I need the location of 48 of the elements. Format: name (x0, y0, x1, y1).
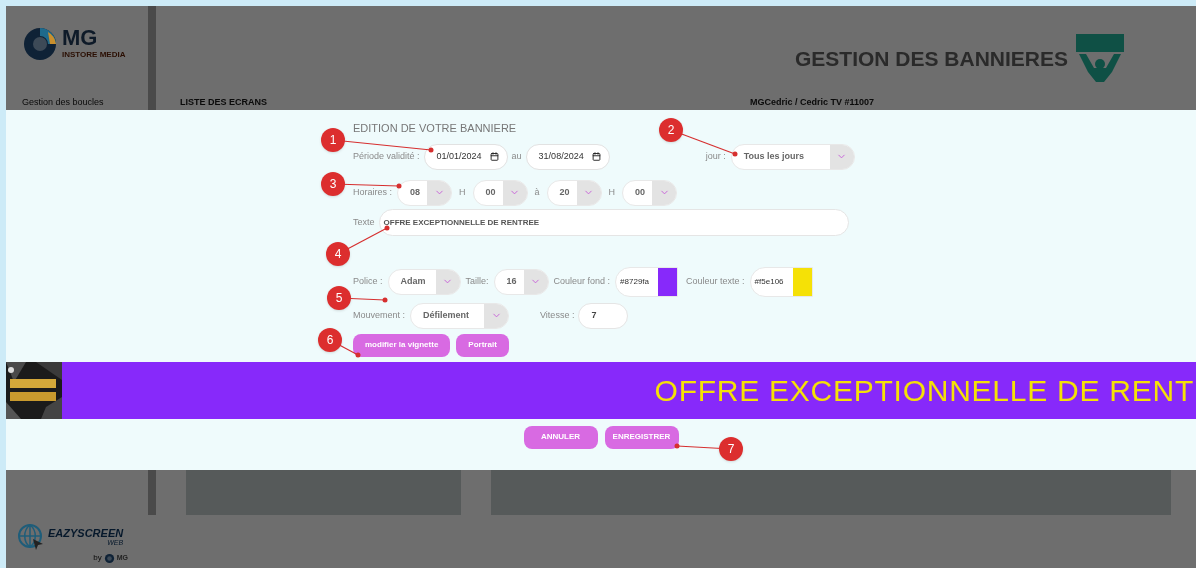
sidebar-item[interactable]: Gestion des boucles (22, 95, 132, 109)
dropdown[interactable]: 16 (493, 268, 549, 295)
globe-icon (18, 524, 44, 550)
section-label: LISTE DES ECRANS (180, 95, 268, 109)
sidebar-scrollbar[interactable] (148, 470, 156, 515)
dropdown[interactable]: Tous les jours (730, 143, 855, 170)
logo-text: MG (62, 27, 99, 49)
field-label: jour : (705, 149, 726, 163)
color-swatch (658, 267, 678, 296)
dropdown[interactable]: 00 (472, 179, 528, 206)
field-label: Vitesse : (540, 308, 575, 322)
color-field[interactable]: #f5e106 (749, 266, 813, 297)
field-label: H (607, 185, 617, 199)
logo-subtitle: INSTORE MEDIA (62, 49, 126, 61)
field-label: H (458, 185, 467, 199)
dialog-title: EDITION DE VOTRE BANNIERE (353, 121, 517, 136)
field-label: Taille: (465, 274, 489, 288)
logo-icon (22, 26, 58, 62)
page-title: GESTION DES BANNIERES (794, 46, 1068, 73)
logo-icon (103, 552, 115, 564)
dropdown[interactable]: 00 (622, 179, 678, 206)
calendar-icon (591, 152, 601, 161)
dropdown[interactable]: 08 (397, 179, 452, 206)
sidebar-scrollbar[interactable] (148, 6, 156, 110)
field-label: à (533, 185, 541, 199)
user-label: MGCedric / Cedric TV #11007 (750, 95, 875, 109)
calendar-icon (489, 152, 499, 161)
text-input[interactable]: OFFRE EXCEPTIONNELLE DE RENTREE (378, 209, 849, 236)
banner-text: OFFRE EXCEPTIONNELLE DE RENT (654, 372, 1195, 409)
dropdown[interactable]: Adam (387, 268, 461, 295)
field-label: Période validité : (353, 149, 420, 163)
field-label: Police : (353, 274, 383, 288)
dropdown[interactable]: Défilement (410, 302, 510, 329)
date-field[interactable]: 01/01/2024 (423, 143, 508, 170)
banner-holder-icon (1076, 34, 1124, 84)
footer-logo-text: EAZYSCREEN (48, 528, 124, 539)
field-label: Texte (353, 215, 375, 229)
date-field[interactable]: 31/08/2024 (525, 143, 610, 170)
field-label: Mouvement : (353, 308, 406, 322)
color-swatch (792, 267, 812, 296)
speed-input[interactable]: 7 (578, 302, 629, 329)
field-label: au (510, 149, 523, 163)
field-label: Couleur fond : (553, 274, 611, 288)
by-text: by (93, 552, 102, 564)
field-label: Couleur texte : (686, 274, 745, 288)
dropdown[interactable]: 20 (546, 179, 602, 206)
color-field[interactable]: #8729fa (615, 266, 679, 297)
field-label: Horaires : (353, 185, 392, 199)
